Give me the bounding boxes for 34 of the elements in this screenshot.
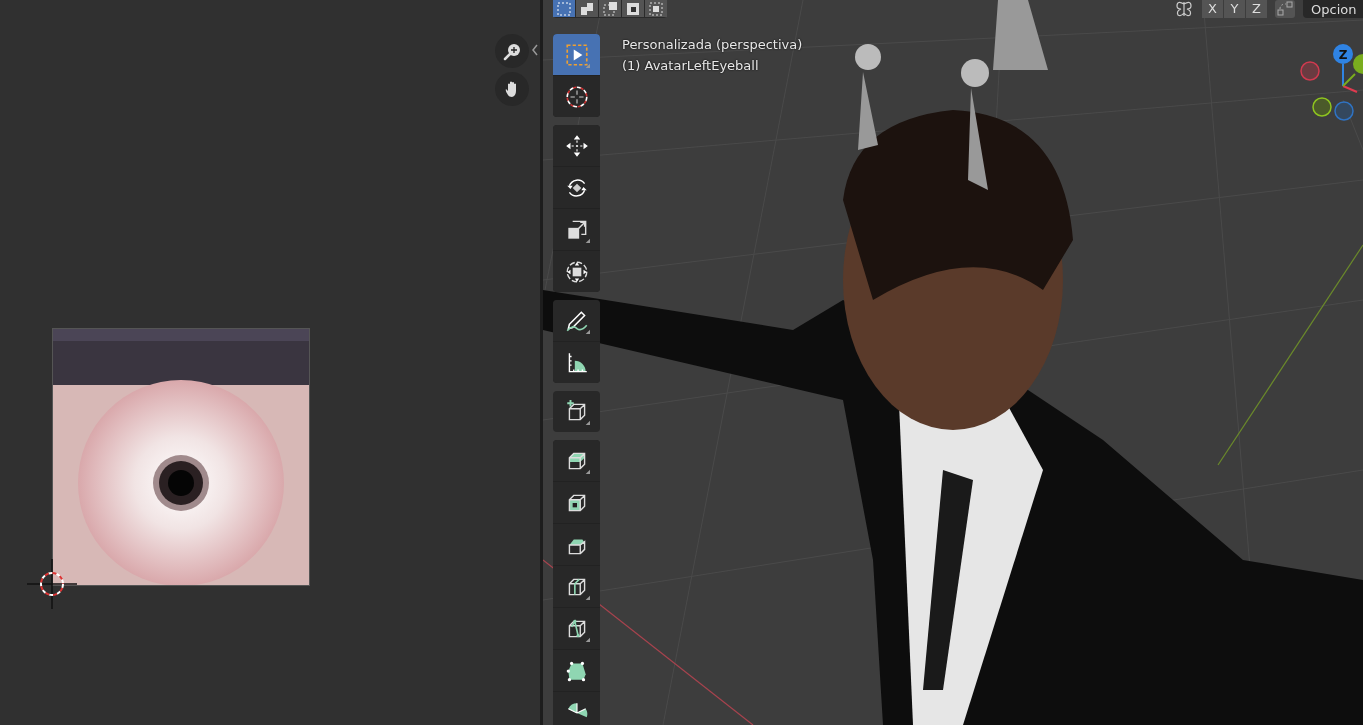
3d-cursor-icon: [27, 559, 77, 609]
ruler-protractor-icon[interactable]: [553, 342, 600, 383]
loop-cut-icon[interactable]: [553, 566, 600, 607]
scale-icon[interactable]: [553, 209, 600, 250]
move-arrows-icon[interactable]: [553, 125, 600, 166]
select-mode-icon[interactable]: [645, 0, 667, 17]
3d-cursor-icon[interactable]: [553, 76, 600, 117]
chevron-left-icon[interactable]: [531, 44, 539, 56]
axis-label: Z: [1338, 47, 1348, 62]
snap-toggle-icon[interactable]: [1275, 0, 1295, 18]
rotate-icon[interactable]: [553, 167, 600, 208]
axis-toggle-button[interactable]: Y: [1224, 0, 1245, 18]
axis-lines-drawing: [1342, 63, 1358, 93]
butterfly-icon[interactable]: [1174, 0, 1194, 18]
inset-icon[interactable]: [553, 482, 600, 523]
pencil-icon[interactable]: [553, 300, 600, 341]
poly-build-icon[interactable]: [553, 650, 600, 691]
hand-icon[interactable]: [495, 72, 529, 106]
select-mode-icon[interactable]: [576, 0, 598, 17]
select-box-icon[interactable]: [553, 34, 600, 75]
viewport-info-text: Personalizada (perspectiva): [622, 36, 803, 54]
bevel-icon[interactable]: [553, 524, 600, 565]
axis-toggle-button[interactable]: Z: [1246, 0, 1267, 18]
transform-icon[interactable]: [553, 251, 600, 292]
axis-toggle-button[interactable]: X: [1202, 0, 1223, 18]
spin-icon[interactable]: [553, 692, 600, 725]
extrude-icon[interactable]: [553, 440, 600, 481]
options-dropdown[interactable]: Opcion: [1303, 0, 1363, 18]
select-mode-icon[interactable]: [599, 0, 621, 17]
knife-icon[interactable]: [553, 608, 600, 649]
select-mode-icon[interactable]: [622, 0, 644, 17]
zoom-in-icon[interactable]: [495, 34, 529, 68]
add-cube-icon[interactable]: [553, 391, 600, 432]
viewport-info-text: (1) AvatarLeftEyeball: [622, 57, 760, 75]
